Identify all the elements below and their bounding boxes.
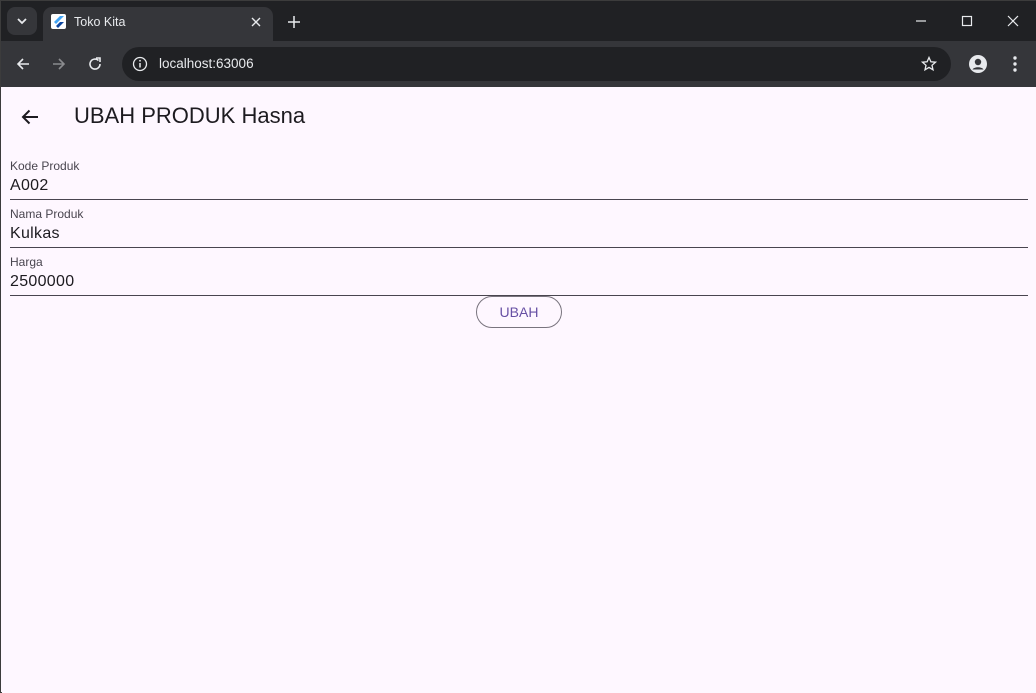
kode-produk-label: Kode Produk <box>10 159 80 173</box>
tab-strip: Toko Kita <box>1 1 1036 41</box>
nama-produk-value[interactable]: Kulkas <box>10 225 60 243</box>
reload-icon[interactable] <box>83 52 107 76</box>
ubah-button[interactable]: UBAH <box>476 296 562 328</box>
forward-arrow-icon[interactable] <box>47 52 71 76</box>
address-bar[interactable]: localhost:63006 <box>122 47 951 81</box>
profile-avatar-icon[interactable] <box>966 52 990 76</box>
kode-produk-field[interactable]: Kode Produk A002 <box>10 151 1028 200</box>
harga-label: Harga <box>10 255 43 269</box>
new-tab-icon[interactable] <box>283 11 305 33</box>
nama-produk-label: Nama Produk <box>10 207 84 221</box>
bookmark-star-icon[interactable] <box>920 55 938 73</box>
flutter-favicon-icon <box>51 14 66 29</box>
back-arrow-icon[interactable] <box>16 103 44 131</box>
app-content: UBAH PRODUK Hasna Kode Produk A002 Nama … <box>2 87 1036 693</box>
tab-search-button[interactable] <box>7 7 37 35</box>
chevron-down-icon <box>17 18 27 25</box>
maximize-icon[interactable] <box>947 7 987 35</box>
browser-window: Toko Kita localhost:63006 UBAH PRODUK Ha… <box>0 0 1036 693</box>
browser-tab[interactable]: Toko Kita <box>43 7 273 41</box>
url-text: localhost:63006 <box>159 56 254 71</box>
page-title: UBAH PRODUK Hasna <box>74 103 306 128</box>
close-window-icon[interactable] <box>993 7 1033 35</box>
tab-close-icon[interactable] <box>247 13 265 31</box>
harga-value[interactable]: 2500000 <box>10 273 74 291</box>
harga-field[interactable]: Harga 2500000 <box>10 247 1028 296</box>
browser-toolbar: localhost:63006 <box>1 41 1036 87</box>
kode-produk-value[interactable]: A002 <box>10 177 49 195</box>
minimize-icon[interactable] <box>901 7 941 35</box>
site-info-icon[interactable] <box>131 55 149 73</box>
tab-title: Toko Kita <box>74 15 126 29</box>
kebab-menu-icon[interactable] <box>1003 52 1027 76</box>
nama-produk-field[interactable]: Nama Produk Kulkas <box>10 199 1028 248</box>
back-arrow-icon[interactable] <box>11 52 35 76</box>
